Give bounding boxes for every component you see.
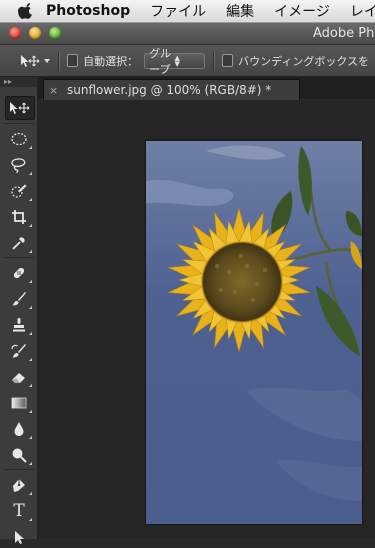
tools-panel: ▸▸ T [0, 77, 38, 544]
bounding-box-label: バウンディングボックスを [238, 54, 369, 68]
sunflower-photo[interactable] [146, 141, 362, 524]
healing-brush-tool[interactable] [5, 262, 33, 284]
crop-tool[interactable] [5, 206, 33, 228]
zoom-window-button[interactable] [49, 27, 61, 39]
bounding-box-checkbox[interactable] [221, 54, 234, 67]
stamp-icon [13, 318, 25, 332]
lasso-icon [11, 158, 26, 173]
options-bar: 自動選択： グループ ▲ ▼ バウンディングボックスを [0, 45, 375, 77]
document-tab[interactable]: × sunflower.jpg @ 100% (RGB/8#) * [43, 79, 300, 100]
gradient-icon [11, 397, 27, 409]
blur-tool[interactable] [5, 418, 33, 440]
type-icon: T [13, 500, 25, 521]
document-tab-bar: × sunflower.jpg @ 100% (RGB/8#) * [38, 77, 375, 100]
chevron-down-icon[interactable] [44, 58, 50, 63]
menu-file[interactable]: ファイル [150, 1, 206, 21]
marquee-tool[interactable] [5, 128, 33, 150]
divider [3, 257, 34, 258]
minimize-window-button[interactable] [29, 27, 41, 39]
path-selection-icon [15, 531, 24, 544]
auto-select-label: 自動選択： [83, 54, 139, 68]
document-tab-title: sunflower.jpg @ 100% (RGB/8#) * [67, 83, 272, 97]
menu-image[interactable]: イメージ [274, 1, 330, 21]
menu-bar: Photoshop ファイル 編集 イメージ レイ [0, 0, 375, 23]
move-icon [21, 54, 40, 67]
dodge-icon [12, 448, 27, 463]
blur-drop-icon [14, 422, 24, 436]
apple-icon[interactable] [18, 2, 32, 20]
type-tool[interactable]: T [5, 500, 33, 522]
eraser-tool[interactable] [5, 366, 33, 388]
eraser-icon [12, 373, 25, 383]
history-brush-icon [11, 344, 26, 358]
auto-select-checkbox[interactable] [66, 54, 79, 67]
lasso-tool[interactable] [5, 154, 33, 176]
divider [3, 469, 34, 470]
quick-selection-tool[interactable] [5, 180, 33, 202]
elliptical-marquee-icon [11, 132, 27, 146]
gradient-tool[interactable] [5, 392, 33, 414]
menu-layer[interactable]: レイ [350, 1, 375, 21]
move-icon [10, 102, 30, 114]
brush-tool[interactable] [5, 288, 33, 310]
auto-select-dropdown[interactable]: グループ ▲ ▼ [144, 47, 205, 76]
updown-arrows-icon: ▲ ▼ [174, 53, 180, 68]
pen-tool[interactable] [5, 474, 33, 496]
divider [58, 50, 60, 71]
clone-stamp-tool[interactable] [5, 314, 33, 336]
collapse-panel-icon[interactable]: ▸▸ [0, 77, 37, 87]
window-titlebar: Adobe Pho [0, 23, 375, 45]
close-icon[interactable]: × [49, 84, 63, 97]
divider [212, 50, 215, 71]
window-title: Adobe Pho [313, 26, 375, 41]
close-window-button[interactable] [9, 27, 21, 39]
eyedropper-icon [12, 237, 25, 250]
quick-selection-icon [11, 184, 27, 198]
eyedropper-tool[interactable] [5, 232, 33, 254]
move-tool[interactable] [5, 96, 35, 120]
dodge-tool[interactable] [5, 444, 33, 466]
brush-icon [12, 292, 26, 306]
tool-preset-picker[interactable] [20, 52, 40, 70]
history-brush-tool[interactable] [5, 340, 33, 362]
auto-select-value: グループ [149, 46, 172, 76]
path-selection-tool[interactable] [5, 526, 33, 548]
divider [3, 123, 34, 124]
canvas-area[interactable] [38, 100, 375, 539]
menu-edit[interactable]: 編集 [226, 1, 254, 21]
crop-icon [12, 210, 26, 224]
pen-icon [13, 479, 25, 492]
menu-photoshop[interactable]: Photoshop [46, 3, 130, 19]
bandage-icon [13, 267, 25, 279]
